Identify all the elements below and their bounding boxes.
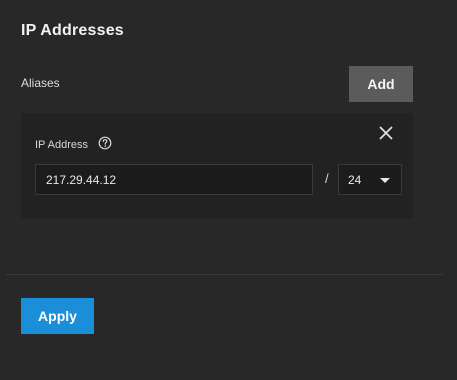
add-alias-button[interactable]: Add xyxy=(349,66,413,102)
help-circle-icon[interactable] xyxy=(98,136,112,150)
ip-address-input[interactable] xyxy=(35,164,313,195)
ip-address-label: IP Address xyxy=(35,139,88,151)
netmask-separator: / xyxy=(325,171,329,186)
alias-card: IP Address / 24 xyxy=(21,113,413,218)
aliases-label: Aliases xyxy=(21,76,60,90)
apply-button[interactable]: Apply xyxy=(21,298,94,334)
netmask-select[interactable]: 24 xyxy=(338,164,402,195)
close-icon[interactable] xyxy=(378,125,394,141)
caret-down-icon xyxy=(380,178,390,183)
footer-divider xyxy=(6,274,443,275)
ip-address-label-row: IP Address xyxy=(35,136,112,152)
section-title: IP Addresses xyxy=(21,22,124,39)
netmask-value: 24 xyxy=(348,173,362,187)
